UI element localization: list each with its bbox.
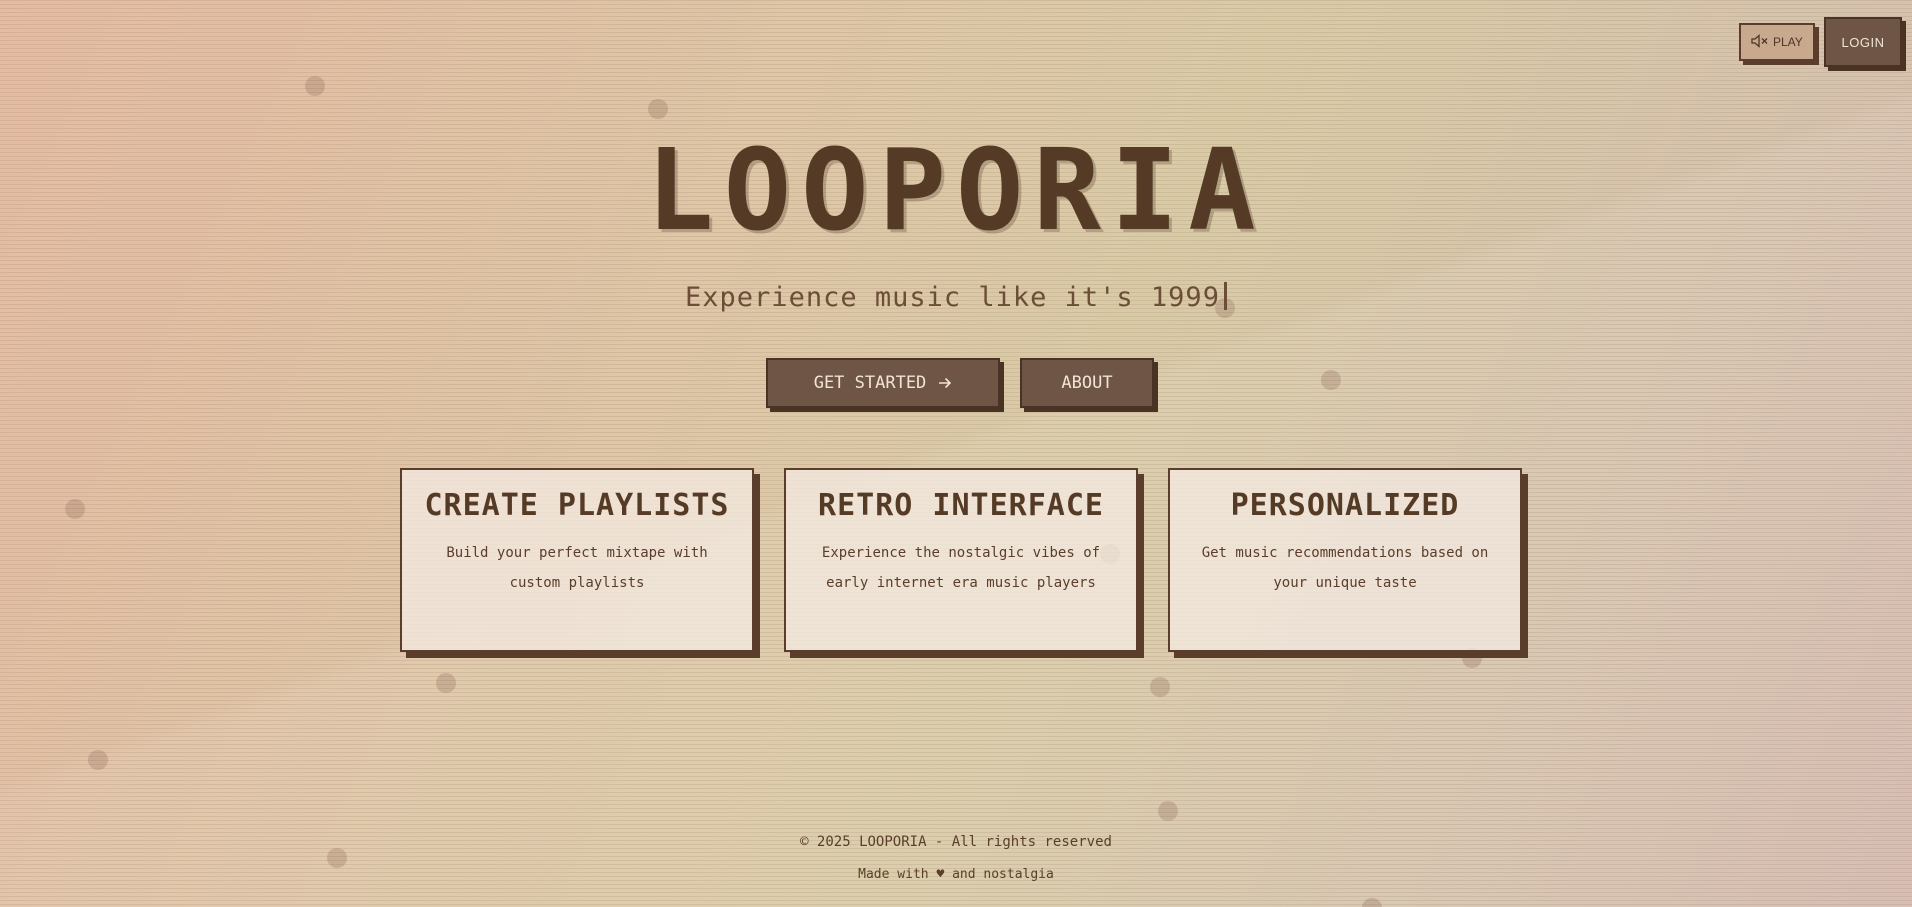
feature-card-retro-interface: RETRO INTERFACE Experience the nostalgic… — [784, 468, 1138, 652]
feature-card-create-playlists: CREATE PLAYLISTS Build your perfect mixt… — [400, 468, 754, 652]
speaker-muted-icon — [1751, 33, 1769, 51]
feature-description: Experience the nostalgic vibes of early … — [821, 545, 1101, 591]
heart-icon: ♥ — [936, 867, 945, 882]
login-button[interactable]: LOGIN — [1824, 17, 1902, 67]
about-button[interactable]: ABOUT — [1020, 358, 1154, 408]
feature-title: CREATE PLAYLISTS — [424, 488, 730, 523]
feature-description: Build your perfect mixtape with custom p… — [446, 545, 708, 591]
tagline: Experience music like it's 1999 — [0, 282, 1912, 313]
feature-title: PERSONALIZED — [1230, 488, 1460, 523]
footer-made-suffix: and nostalgia — [952, 867, 1054, 882]
decorative-dot — [88, 750, 108, 770]
tagline-text: Experience music like it's 1999 — [685, 282, 1220, 313]
get-started-label: GET STARTED — [813, 373, 927, 393]
footer-made-with: Made with ♥ and nostalgia — [0, 867, 1912, 882]
decorative-dot — [1158, 801, 1178, 821]
decorative-dot — [648, 99, 668, 119]
feature-cards: CREATE PLAYLISTS Build your perfect mixt… — [400, 468, 1522, 652]
typing-cursor — [1223, 282, 1227, 310]
decorative-dot — [305, 76, 325, 96]
feature-description: Get music recommendations based on your … — [1201, 545, 1489, 591]
top-controls: PLAY LOGIN — [1739, 17, 1902, 67]
decorative-dot — [436, 673, 456, 693]
decorative-dot — [1362, 898, 1382, 907]
sound-toggle-button[interactable]: PLAY — [1739, 23, 1815, 61]
decorative-dot — [327, 848, 347, 868]
decorative-dot — [1321, 370, 1341, 390]
feature-card-personalized: PERSONALIZED Get music recommendations b… — [1168, 468, 1522, 652]
footer-copyright: © 2025 LOOPORIA - All rights reserved — [800, 834, 1112, 850]
sound-toggle-label: PLAY — [1773, 35, 1803, 49]
footer-made-prefix: Made with — [858, 867, 929, 882]
decorative-dot — [65, 499, 85, 519]
feature-title: RETRO INTERFACE — [818, 488, 1104, 523]
decorative-dot — [1150, 677, 1170, 697]
page-title: LOOPORIA — [646, 126, 1266, 256]
arrow-right-icon — [938, 373, 952, 394]
cta-group: GET STARTED ABOUT — [766, 358, 1154, 408]
get-started-button[interactable]: GET STARTED — [766, 358, 1000, 408]
